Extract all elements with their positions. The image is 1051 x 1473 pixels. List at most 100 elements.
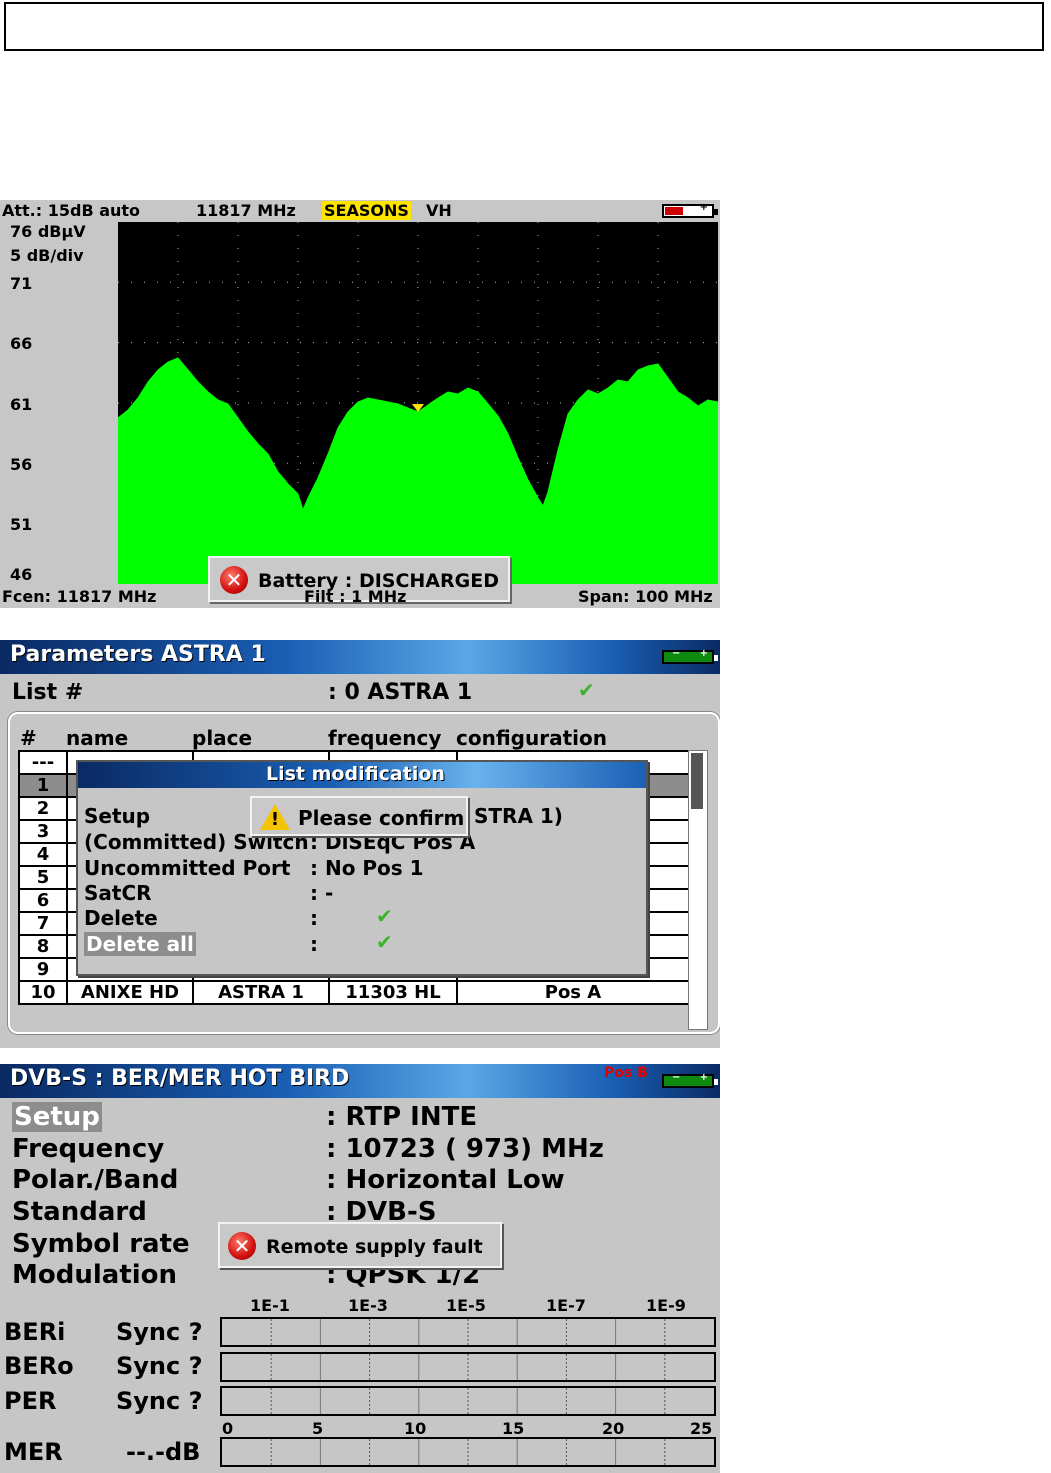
satcr-label[interactable]: SatCR [84, 881, 152, 905]
mer-scale-tick: 5 [312, 1419, 324, 1438]
table-cell-num: 1 [18, 773, 68, 798]
parameters-screen: Parameters ASTRA 1 − + List # : 0 ASTRA 1… [0, 640, 720, 1048]
fcen-label: Fcen: 11817 MHz [2, 587, 157, 606]
meter-label: BERi [4, 1318, 66, 1346]
y-tick: 51 [10, 515, 33, 534]
mer-label: MER [4, 1438, 63, 1466]
ber-mer-screen: DVB-S : BER/MER HOT BIRD Pos B − + Setup … [0, 1064, 720, 1473]
confirm-dialog[interactable]: ! Please confirm [250, 796, 468, 836]
delete-colon: : [310, 906, 318, 930]
polarization-label: VH [426, 201, 452, 220]
frequency-label: 11817 MHz [196, 201, 296, 220]
check-icon: ✔ [376, 904, 393, 928]
ref-level-label: 76 dBµV [10, 222, 86, 241]
battery-icon: − + [662, 1072, 718, 1088]
remote-supply-fault-dialog[interactable]: ✕ Remote supply fault [218, 1222, 502, 1268]
field-label[interactable]: Symbol rate [12, 1229, 190, 1259]
screen-title: DVB-S : BER/MER HOT BIRD [10, 1066, 350, 1091]
scale-label: 5 dB/div [10, 246, 84, 265]
mer-scale-tick: 25 [690, 1419, 713, 1438]
field-value: : 10723 ( 973) MHz [326, 1134, 604, 1164]
meter-value: Sync ? [116, 1387, 203, 1415]
ber-scale-tick: 1E-1 [250, 1296, 290, 1315]
delete-label[interactable]: Delete [84, 906, 158, 930]
meter-label: BERo [4, 1352, 74, 1380]
spectrum-plot[interactable] [118, 222, 718, 584]
satcr-value: : - [310, 881, 334, 905]
field-label[interactable]: Setup [12, 1102, 102, 1132]
column-header: # [20, 726, 37, 750]
y-tick: 71 [10, 274, 33, 293]
column-header: place [192, 726, 253, 750]
setup-label[interactable]: Setup [84, 804, 150, 828]
list-value[interactable]: : 0 ASTRA 1 [328, 680, 472, 705]
meter-value: Sync ? [116, 1352, 203, 1380]
ber-scale-tick: 1E-5 [446, 1296, 486, 1315]
beri-meter [220, 1317, 716, 1347]
table-cell-place: ASTRA 1 [192, 980, 330, 1005]
field-label[interactable]: Standard [12, 1197, 147, 1227]
ber-scale-tick: 1E-3 [348, 1296, 388, 1315]
list-label: List # [12, 680, 84, 705]
error-icon: ✕ [220, 566, 248, 594]
screen-title: Parameters ASTRA 1 [10, 642, 266, 667]
mer-scale-tick: 20 [602, 1419, 625, 1438]
battery-icon: − + [662, 648, 718, 664]
table-cell-num: 7 [18, 911, 68, 936]
position-badge: Pos B [604, 1065, 648, 1081]
spectrum-screen: Att.: 15dB auto 11817 MHz SEASONS VH + 7… [0, 200, 720, 608]
mer-scale-tick: 10 [404, 1419, 427, 1438]
table-cell-freq: 11303 HL [328, 980, 458, 1005]
setup-value: STRA 1) [474, 804, 563, 828]
mer-meter [220, 1437, 716, 1467]
uncommitted-label[interactable]: Uncommitted Port [84, 856, 290, 880]
field-label[interactable]: Modulation [12, 1260, 177, 1290]
fault-message: Remote supply fault [266, 1236, 483, 1258]
dialog-title: List modification [266, 763, 445, 785]
y-tick: 66 [10, 334, 33, 353]
table-cell-num: --- [18, 750, 68, 775]
filter-label: Filt : 1 MHz [304, 587, 407, 606]
table-cell-num: 3 [18, 819, 68, 844]
table-cell-num: 6 [18, 888, 68, 913]
table-cell-name: ANIXE HD [66, 980, 194, 1005]
table-cell-num: 4 [18, 842, 68, 867]
delete-all-label[interactable]: Delete all [84, 932, 196, 956]
column-header: name [66, 726, 129, 750]
mer-scale-tick: 0 [222, 1419, 234, 1438]
meter-value: Sync ? [116, 1318, 203, 1346]
operator-label: SEASONS [322, 201, 411, 220]
title-bar: Parameters ASTRA 1 − + [0, 640, 720, 674]
header-box [4, 2, 1044, 51]
table-row[interactable]: 10 ANIXE HD ASTRA 1 11303 HL Pos A [18, 980, 690, 1005]
ber-scale-tick: 1E-9 [646, 1296, 686, 1315]
confirm-message: Please confirm [298, 806, 465, 830]
title-bar: DVB-S : BER/MER HOT BIRD Pos B − + [0, 1064, 720, 1098]
check-icon: ✔ [578, 678, 595, 702]
column-header: configuration [456, 726, 607, 750]
error-icon: ✕ [228, 1232, 256, 1260]
battery-icon: + [662, 202, 718, 218]
span-label: Span: 100 MHz [578, 587, 713, 606]
mer-value: --.-dB [126, 1438, 201, 1466]
field-value: : Horizontal Low [326, 1165, 565, 1195]
column-header: frequency [328, 726, 442, 750]
table-cell-num: 5 [18, 865, 68, 890]
field-label[interactable]: Frequency [12, 1134, 164, 1164]
table-cell-num: 9 [18, 957, 68, 982]
y-tick: 56 [10, 455, 33, 474]
ber-scale-tick: 1E-7 [546, 1296, 586, 1315]
bero-meter [220, 1352, 716, 1382]
list-scrollbar[interactable] [688, 750, 708, 1030]
table-cell-conf: Pos A [456, 980, 690, 1005]
uncommitted-value: : No Pos 1 [310, 856, 424, 880]
list-modification-dialog: List modification Setup STRA 1) (Committ… [76, 760, 648, 976]
field-label[interactable]: Polar./Band [12, 1165, 178, 1195]
check-icon: ✔ [376, 930, 393, 954]
y-tick: 46 [10, 565, 33, 584]
delete-all-colon: : [310, 932, 318, 956]
y-tick: 61 [10, 395, 33, 414]
table-cell-num: 8 [18, 934, 68, 959]
field-value: : RTP INTE [326, 1102, 478, 1132]
attenuation-label: Att.: 15dB auto [2, 201, 141, 220]
